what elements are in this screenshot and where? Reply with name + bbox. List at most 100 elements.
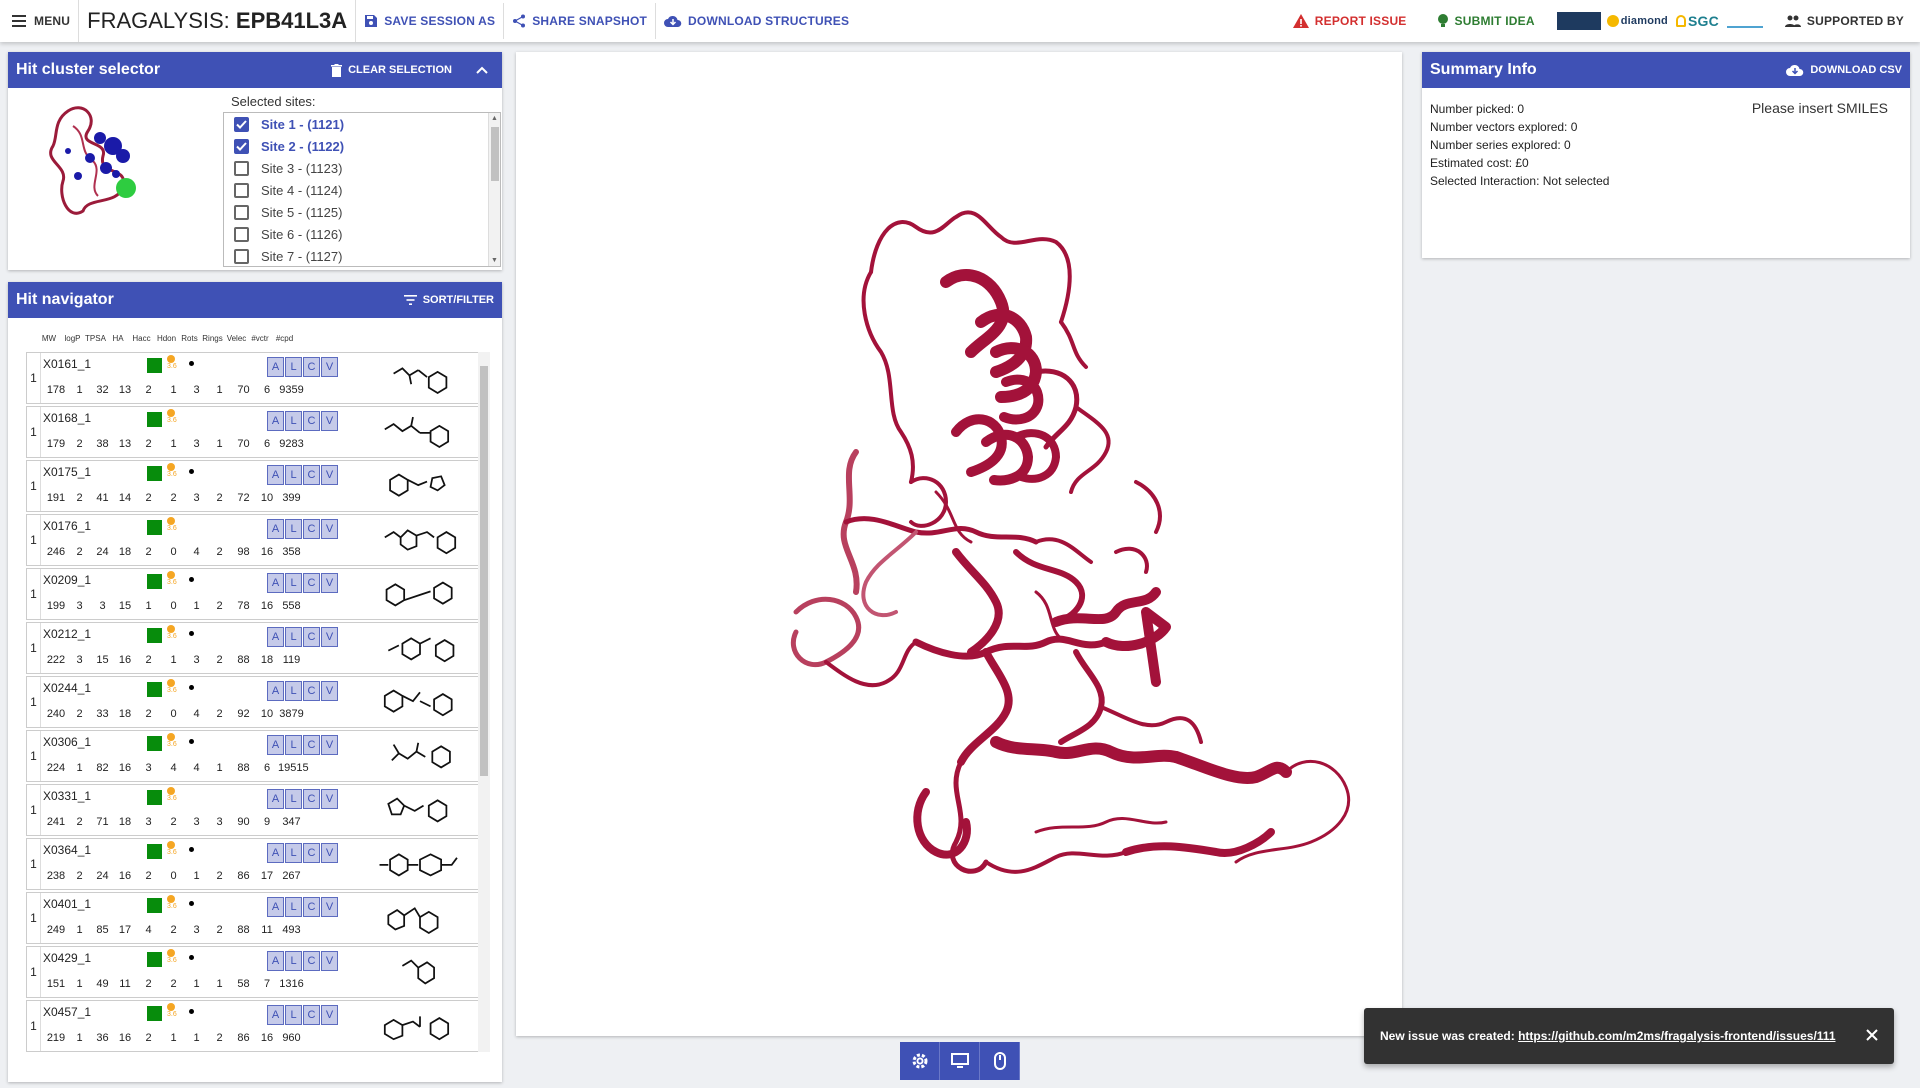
save-session-button[interactable]: SAVE SESSION AS — [356, 0, 503, 42]
download-csv-button[interactable]: DOWNLOAD CSV — [1786, 63, 1902, 77]
checkbox-unchecked-icon[interactable] — [234, 182, 249, 198]
hit-row[interactable]: 1 X0364_1 3.6 A L C V 238 2 24 16 2 0 1 2 86 17 267 — [26, 838, 482, 890]
hit-row[interactable]: 1 X0209_1 3.6 A L C V 199 3 3 15 1 0 1 2 78 16 558 — [26, 568, 482, 620]
alcv-toggle-a[interactable]: A — [267, 411, 284, 431]
column-header[interactable]: logP — [62, 334, 83, 343]
site-checkbox-row[interactable]: Site 2 - (1122) — [224, 135, 500, 157]
alcv-toggle-a[interactable]: A — [267, 843, 284, 863]
submit-idea-button[interactable]: SUBMIT IDEA — [1429, 0, 1543, 42]
alcv-toggle-l[interactable]: L — [285, 519, 302, 539]
settings-button[interactable] — [900, 1042, 940, 1080]
alcv-toggle-l[interactable]: L — [285, 465, 302, 485]
checkbox-checked-icon[interactable] — [234, 116, 249, 132]
alcv-toggle-v[interactable]: V — [321, 357, 338, 377]
collapse-button[interactable] — [476, 66, 494, 74]
alcv-toggle-l[interactable]: L — [285, 897, 302, 917]
hit-status-square-icon[interactable] — [147, 898, 162, 913]
scroll-thumb[interactable] — [480, 366, 488, 776]
alcv-toggle-c[interactable]: C — [303, 573, 320, 593]
alcv-toggle-c[interactable]: C — [303, 681, 320, 701]
alcv-toggle-v[interactable]: V — [321, 573, 338, 593]
column-header[interactable]: #cpd — [271, 334, 298, 343]
alcv-toggle-c[interactable]: C — [303, 735, 320, 755]
checkbox-checked-icon[interactable] — [234, 138, 249, 154]
hit-row[interactable]: 1 X0306_1 3.6 A L C V 224 1 82 16 3 4 4 1 88 6 19515 — [26, 730, 482, 782]
hit-status-square-icon[interactable] — [147, 628, 162, 643]
hit-status-square-icon[interactable] — [147, 358, 162, 373]
alcv-toggle-v[interactable]: V — [321, 897, 338, 917]
alcv-toggle-a[interactable]: A — [267, 465, 284, 485]
hit-status-square-icon[interactable] — [147, 574, 162, 589]
hit-row[interactable]: 1 X0168_1 3.6 A L C V 179 2 38 13 2 1 3 1 70 6 9283 — [26, 406, 482, 458]
alcv-toggle-l[interactable]: L — [285, 357, 302, 377]
alcv-toggle-c[interactable]: C — [303, 897, 320, 917]
alcv-toggle-l[interactable]: L — [285, 735, 302, 755]
alcv-toggle-l[interactable]: L — [285, 843, 302, 863]
alcv-toggle-c[interactable]: C — [303, 411, 320, 431]
alcv-toggle-a[interactable]: A — [267, 897, 284, 917]
column-header[interactable]: Hdon — [155, 334, 178, 343]
alcv-toggle-l[interactable]: L — [285, 789, 302, 809]
report-issue-button[interactable]: REPORT ISSUE — [1285, 0, 1415, 42]
hit-status-square-icon[interactable] — [147, 520, 162, 535]
alcv-toggle-c[interactable]: C — [303, 627, 320, 647]
hit-row[interactable]: 1 X0429_1 3.6 A L C V 151 1 49 11 2 2 1 1 58 7 1316 — [26, 946, 482, 998]
alcv-toggle-a[interactable]: A — [267, 573, 284, 593]
alcv-toggle-a[interactable]: A — [267, 951, 284, 971]
alcv-toggle-c[interactable]: C — [303, 843, 320, 863]
hit-row[interactable]: 1 X0161_1 3.6 A L C V 178 1 32 13 2 1 3 1 70 6 9359 — [26, 352, 482, 404]
hit-status-square-icon[interactable] — [147, 736, 162, 751]
alcv-toggle-c[interactable]: C — [303, 951, 320, 971]
column-header[interactable]: #vctr — [249, 334, 271, 343]
hit-row[interactable]: 1 X0176_1 3.6 A L C V 246 2 24 18 2 0 4 2 98 16 358 — [26, 514, 482, 566]
column-header[interactable]: MW — [36, 334, 62, 343]
hit-row[interactable]: 1 X0175_1 3.6 A L C V 191 2 41 14 2 2 3 2 72 10 399 — [26, 460, 482, 512]
alcv-toggle-v[interactable]: V — [321, 1005, 338, 1025]
hit-status-square-icon[interactable] — [147, 844, 162, 859]
alcv-toggle-v[interactable]: V — [321, 681, 338, 701]
scroll-thumb[interactable] — [491, 127, 499, 181]
hit-row[interactable]: 1 X0212_1 3.6 A L C V 222 3 15 16 2 1 3 2 88 18 119 — [26, 622, 482, 674]
column-header[interactable]: Velec — [224, 334, 249, 343]
checkbox-unchecked-icon[interactable] — [234, 204, 249, 220]
supported-by-button[interactable]: SUPPORTED BY — [1777, 0, 1912, 42]
column-header[interactable]: Rots — [178, 334, 201, 343]
scroll-down-arrow-icon[interactable]: ▼ — [491, 257, 498, 264]
alcv-toggle-l[interactable]: L — [285, 951, 302, 971]
hit-row[interactable]: 1 X0401_1 3.6 A L C V 249 1 85 17 4 2 3 2 88 11 493 — [26, 892, 482, 944]
hit-status-square-icon[interactable] — [147, 682, 162, 697]
menu-button[interactable]: MENU — [0, 0, 78, 42]
alcv-toggle-l[interactable]: L — [285, 1005, 302, 1025]
alcv-toggle-l[interactable]: L — [285, 627, 302, 647]
checkbox-unchecked-icon[interactable] — [234, 160, 249, 176]
alcv-toggle-a[interactable]: A — [267, 627, 284, 647]
hit-status-square-icon[interactable] — [147, 1006, 162, 1021]
sort-filter-button[interactable]: SORT/FILTER — [403, 294, 494, 306]
alcv-toggle-v[interactable]: V — [321, 627, 338, 647]
checkbox-unchecked-icon[interactable] — [234, 248, 249, 264]
cluster-protein-thumbnail[interactable] — [28, 96, 168, 226]
alcv-toggle-a[interactable]: A — [267, 357, 284, 377]
alcv-toggle-a[interactable]: A — [267, 1005, 284, 1025]
hit-status-square-icon[interactable] — [147, 466, 162, 481]
site-checkbox-row[interactable]: Site 7 - (1127) — [224, 245, 500, 266]
alcv-toggle-c[interactable]: C — [303, 465, 320, 485]
hit-row[interactable]: 1 X0331_1 3.6 A L C V 241 2 71 18 3 2 3 3 90 9 347 — [26, 784, 482, 836]
site-checkbox-row[interactable]: Site 6 - (1126) — [224, 223, 500, 245]
alcv-toggle-c[interactable]: C — [303, 1005, 320, 1025]
site-checkbox-row[interactable]: Site 3 - (1123) — [224, 157, 500, 179]
alcv-toggle-v[interactable]: V — [321, 951, 338, 971]
alcv-toggle-l[interactable]: L — [285, 681, 302, 701]
issue-link[interactable]: https://github.com/m2ms/fragalysis-front… — [1518, 1029, 1835, 1043]
column-header[interactable]: Rings — [201, 334, 224, 343]
hit-status-square-icon[interactable] — [147, 952, 162, 967]
alcv-toggle-a[interactable]: A — [267, 735, 284, 755]
site-list-scrollbar[interactable]: ▲ ▼ — [488, 113, 500, 266]
alcv-toggle-v[interactable]: V — [321, 735, 338, 755]
alcv-toggle-v[interactable]: V — [321, 789, 338, 809]
column-header[interactable]: Hacc — [128, 334, 155, 343]
scroll-up-arrow-icon[interactable]: ▲ — [491, 115, 498, 122]
alcv-toggle-a[interactable]: A — [267, 519, 284, 539]
hit-status-square-icon[interactable] — [147, 412, 162, 427]
column-header[interactable]: TPSA — [83, 334, 108, 343]
